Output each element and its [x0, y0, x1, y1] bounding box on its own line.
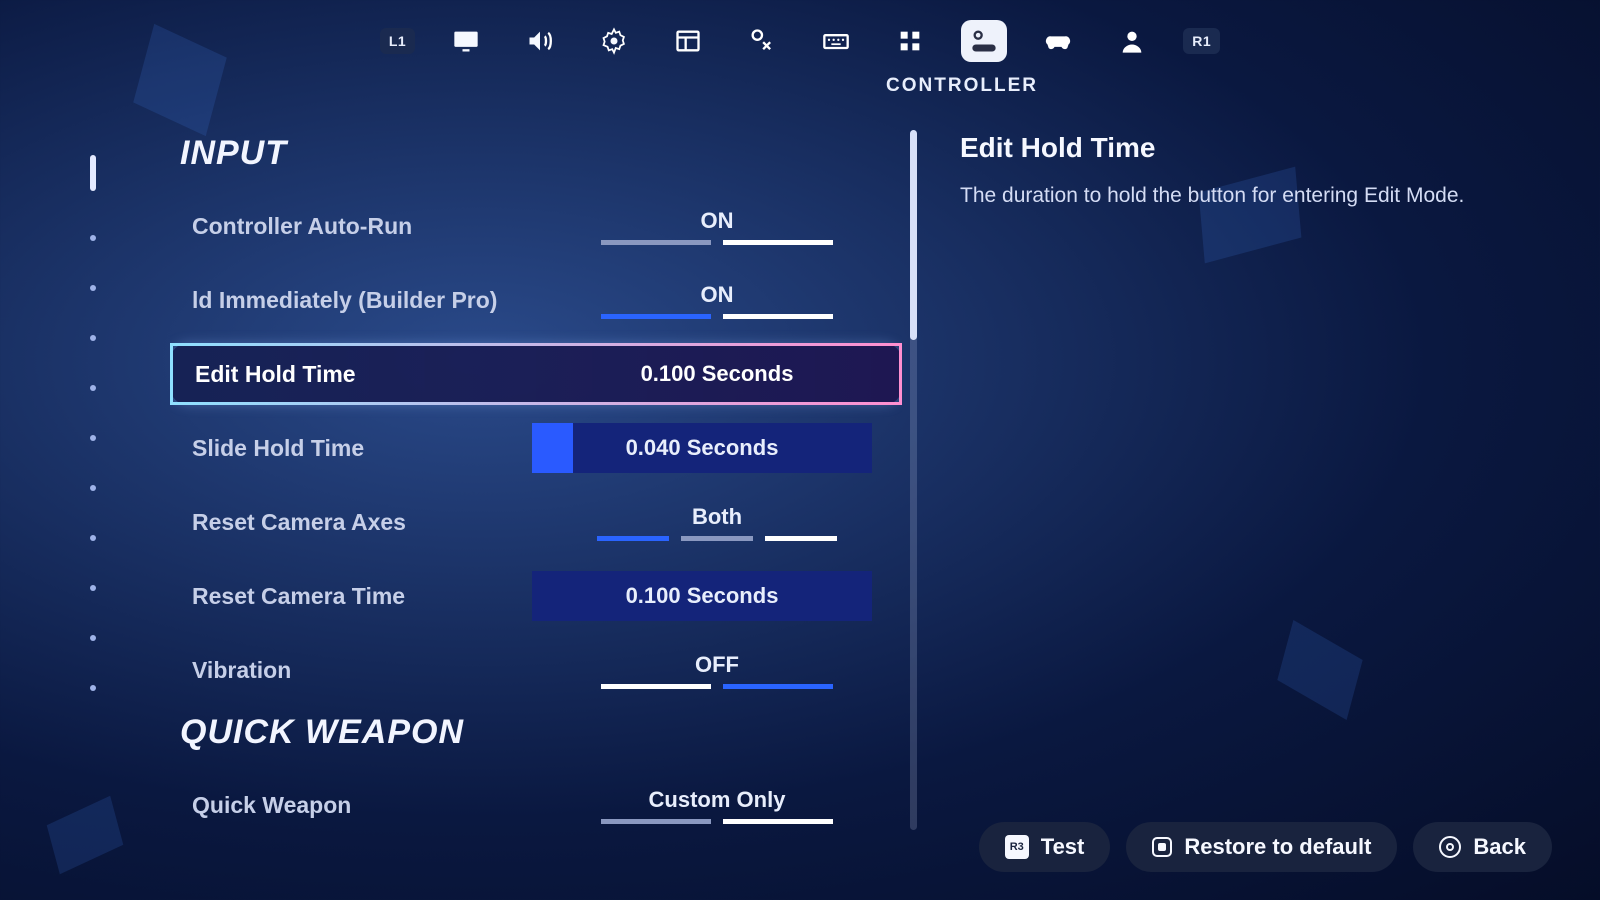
- bg-accent: [1277, 620, 1362, 720]
- monitor-icon: [452, 27, 480, 55]
- section-indicator-dot: [90, 335, 96, 341]
- top-tab-bar: L1 R1: [0, 20, 1600, 62]
- bg-accent: [47, 796, 124, 875]
- section-indicator-dot: [90, 385, 96, 391]
- setting-build-immediately[interactable]: ld Immediately (Builder Pro) ON: [170, 269, 902, 331]
- setting-quick-weapon[interactable]: Quick Weapon Custom Only: [170, 774, 902, 836]
- setting-value: 0.100 Seconds: [641, 361, 794, 387]
- setting-value: Custom Only: [649, 787, 786, 813]
- tab-game[interactable]: [591, 20, 637, 62]
- hand-gear-icon: [748, 27, 776, 55]
- setting-value: Both: [692, 504, 742, 530]
- section-indicator-dot: [90, 685, 96, 691]
- section-indicator-dot: [90, 485, 96, 491]
- bumper-right: R1: [1183, 28, 1220, 54]
- scrollbar-thumb[interactable]: [910, 130, 917, 340]
- speaker-icon: [526, 27, 554, 55]
- setting-value: 0.040 Seconds: [626, 435, 779, 461]
- setting-label: Vibration: [192, 657, 532, 684]
- slider-box[interactable]: 0.040 Seconds: [532, 423, 872, 473]
- section-indicator-current: [90, 155, 96, 191]
- segmented-bar: [597, 536, 837, 541]
- section-indicator-dot: [90, 285, 96, 291]
- gear-controller-icon: [970, 27, 998, 55]
- tab-ui[interactable]: [665, 20, 711, 62]
- section-indicator-dot: [90, 235, 96, 241]
- setting-slide-hold-time[interactable]: Slide Hold Time 0.040 Seconds: [170, 417, 902, 479]
- setting-label: ld Immediately (Builder Pro): [192, 287, 532, 314]
- tab-touch[interactable]: [739, 20, 785, 62]
- tab-hud[interactable]: [887, 20, 933, 62]
- section-header-quick-weapon: QUICK WEAPON: [180, 713, 902, 752]
- test-button[interactable]: R3 Test: [979, 822, 1111, 872]
- section-indicator-dot: [90, 535, 96, 541]
- bumper-left: L1: [380, 28, 415, 54]
- description-panel: Edit Hold Time The duration to hold the …: [960, 132, 1520, 210]
- setting-edit-hold-time[interactable]: Edit Hold Time 0.100 Seconds: [170, 343, 902, 405]
- section-indicator-dot: [90, 635, 96, 641]
- setting-value: ON: [701, 208, 734, 234]
- setting-reset-camera-axes[interactable]: Reset Camera Axes Both: [170, 491, 902, 553]
- setting-value: ON: [701, 282, 734, 308]
- controller-icon: [1044, 27, 1072, 55]
- button-label: Restore to default: [1184, 834, 1371, 860]
- setting-value: OFF: [695, 652, 739, 678]
- setting-label: Controller Auto-Run: [192, 213, 532, 240]
- setting-reset-camera-time[interactable]: Reset Camera Time 0.100 Seconds: [170, 565, 902, 627]
- setting-controller-auto-run[interactable]: Controller Auto-Run ON: [170, 195, 902, 257]
- r3-icon: R3: [1005, 835, 1029, 859]
- toggle-bar: [601, 314, 833, 319]
- description-body: The duration to hold the button for ente…: [960, 182, 1520, 210]
- slider-box[interactable]: 0.100 Seconds: [532, 571, 872, 621]
- tab-audio[interactable]: [517, 20, 563, 62]
- section-header-input: INPUT: [180, 134, 902, 173]
- tab-controller[interactable]: [1035, 20, 1081, 62]
- setting-label: Reset Camera Axes: [192, 509, 532, 536]
- button-label: Back: [1473, 834, 1526, 860]
- tab-keyboard[interactable]: [813, 20, 859, 62]
- footer-bar: R3 Test Restore to default Back: [979, 822, 1552, 872]
- square-icon: [1152, 837, 1172, 857]
- tab-account[interactable]: [1109, 20, 1155, 62]
- setting-label: Edit Hold Time: [195, 361, 535, 388]
- scrollbar-track[interactable]: [910, 130, 917, 830]
- settings-list: INPUT Controller Auto-Run ON ld Immediat…: [170, 130, 902, 850]
- section-indicator-dot: [90, 585, 96, 591]
- layout-icon: [674, 27, 702, 55]
- toggle-bar: [601, 684, 833, 689]
- toggle-bar: [601, 240, 833, 245]
- setting-show-diamond-delay[interactable]: Show Diamond Delay 1 Second: [170, 848, 902, 850]
- segmented-bar: [601, 819, 833, 824]
- setting-label: Slide Hold Time: [192, 435, 532, 462]
- grid-icon: [896, 27, 924, 55]
- circle-icon: [1439, 836, 1461, 858]
- setting-value: 0.100 Seconds: [626, 583, 779, 609]
- setting-label: Quick Weapon: [192, 792, 532, 819]
- section-indicator-dot: [90, 435, 96, 441]
- person-icon: [1118, 27, 1146, 55]
- keyboard-icon: [822, 27, 850, 55]
- description-title: Edit Hold Time: [960, 132, 1520, 164]
- tab-display[interactable]: [443, 20, 489, 62]
- active-tab-label: CONTROLLER: [162, 75, 1600, 97]
- back-button[interactable]: Back: [1413, 822, 1552, 872]
- tab-controller-sensitivity[interactable]: [961, 20, 1007, 62]
- gear-icon: [600, 27, 628, 55]
- button-label: Test: [1041, 834, 1085, 860]
- restore-default-button[interactable]: Restore to default: [1126, 822, 1397, 872]
- setting-vibration[interactable]: Vibration OFF: [170, 639, 902, 701]
- setting-label: Reset Camera Time: [192, 583, 532, 610]
- section-indicator: [90, 155, 96, 691]
